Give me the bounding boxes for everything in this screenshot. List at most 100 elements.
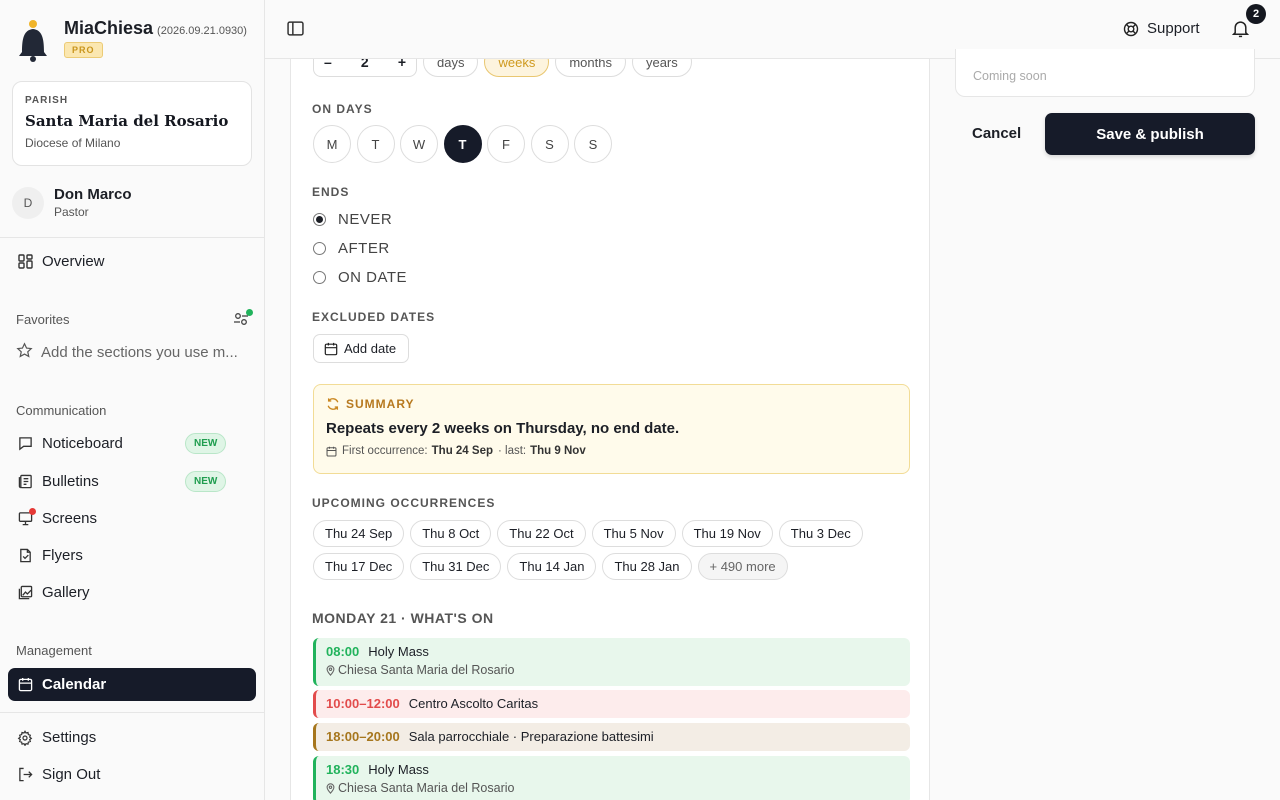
- occurrence-chip[interactable]: Thu 28 Jan: [602, 553, 692, 580]
- parish-kicker: PARISH: [25, 95, 69, 106]
- day-mon[interactable]: M: [313, 125, 351, 163]
- nav-overview[interactable]: Overview: [8, 245, 256, 278]
- occurrence-chip[interactable]: Thu 19 Nov: [681, 520, 773, 547]
- decrement-button[interactable]: –: [324, 59, 332, 70]
- ends-never-option[interactable]: NEVER: [313, 211, 392, 228]
- unit-years[interactable]: years: [631, 59, 692, 77]
- first-occurrence-value: Thu 24 Sep: [431, 445, 493, 457]
- occurrence-row-2: Thu 17 Dec Thu 31 Dec Thu 14 Jan Thu 28 …: [313, 553, 794, 580]
- gear-icon: [17, 729, 33, 746]
- event-item[interactable]: 08:00 Holy Mass Chiesa Santa Maria del R…: [313, 638, 910, 686]
- brand[interactable]: MiaChiesa (2026.09.21.0930) PRO: [16, 18, 247, 62]
- interval-stepper[interactable]: – 2 +: [313, 59, 417, 77]
- nav-screens-label: Screens: [42, 510, 98, 527]
- event-location: Chiesa Santa Maria del Rosario: [338, 663, 515, 677]
- nav-gallery[interactable]: Gallery: [8, 576, 256, 609]
- nav-flyers[interactable]: Flyers: [8, 539, 256, 572]
- sign-out-icon: [17, 767, 33, 783]
- sidebar-toggle-icon[interactable]: [287, 20, 305, 38]
- interval-row: – 2 + days weeks months years: [313, 59, 692, 77]
- alert-dot: [29, 507, 36, 515]
- day-tue[interactable]: T: [356, 125, 395, 163]
- weekday-picker: M T W T F S S: [313, 125, 618, 163]
- add-date-button[interactable]: Add date: [313, 334, 410, 363]
- occurrence-chip[interactable]: Thu 17 Dec: [313, 553, 405, 580]
- day-thu[interactable]: T: [443, 125, 482, 163]
- location-pin-icon: [326, 782, 335, 794]
- nav-settings[interactable]: Settings: [8, 721, 256, 754]
- occurrence-chip[interactable]: Thu 24 Sep: [313, 520, 405, 547]
- favorites-settings-icon[interactable]: [233, 309, 253, 329]
- support-link[interactable]: Support: [1123, 20, 1200, 37]
- divider: [0, 237, 265, 238]
- add-date-label: Add date: [344, 341, 397, 356]
- day-wed[interactable]: W: [400, 125, 438, 163]
- lifebuoy-icon: [1123, 21, 1139, 36]
- ends-after-option[interactable]: AFTER: [313, 240, 390, 257]
- upcoming-label: UPCOMING OCCURRENCES: [312, 496, 496, 510]
- event-item[interactable]: 18:00–20:00 Sala parrocchiale · Preparaz…: [313, 723, 910, 751]
- occurrence-chip[interactable]: Thu 5 Nov: [591, 520, 676, 547]
- bell-icon[interactable]: [1231, 20, 1252, 40]
- event-time: 10:00–12:00: [326, 696, 400, 711]
- save-publish-button[interactable]: Save & publish: [1045, 113, 1255, 155]
- app-version: (2026.09.21.0930): [157, 25, 247, 37]
- ends-on-date-option[interactable]: ON DATE: [313, 269, 407, 286]
- event-title: Holy Mass: [368, 762, 429, 777]
- user-profile[interactable]: D Don Marco Pastor: [12, 186, 132, 219]
- parish-diocese: Diocese of Milano: [25, 136, 121, 150]
- day-fri[interactable]: F: [487, 125, 525, 163]
- ends-label: ENDS: [312, 185, 350, 199]
- more-occurrences-chip[interactable]: + 490 more: [697, 553, 788, 580]
- nav-noticeboard-label: Noticeboard: [42, 435, 123, 452]
- coming-soon-box: Coming soon: [955, 49, 1255, 97]
- unit-weeks[interactable]: weeks: [484, 59, 550, 77]
- images-icon: [17, 585, 33, 601]
- occurrence-chip[interactable]: Thu 14 Jan: [507, 553, 597, 580]
- occurrence-chip[interactable]: Thu 31 Dec: [410, 553, 502, 580]
- event-item[interactable]: 10:00–12:00 Centro Ascolto Caritas: [313, 690, 910, 718]
- ends-after-label: AFTER: [338, 240, 390, 257]
- event-item[interactable]: 18:30 Holy Mass Chiesa Santa Maria del R…: [313, 756, 910, 800]
- unit-months[interactable]: months: [555, 59, 626, 77]
- interval-value: 2: [360, 59, 369, 70]
- increment-button[interactable]: +: [398, 59, 406, 70]
- bell-logo-icon: [16, 18, 50, 62]
- cancel-button[interactable]: Cancel: [972, 125, 1021, 142]
- nav-screens[interactable]: Screens: [8, 502, 256, 535]
- message-icon: [17, 436, 33, 452]
- avatar: D: [12, 186, 44, 219]
- nav-noticeboard[interactable]: Noticeboard NEW: [8, 427, 256, 460]
- first-occurrence-label: First occurrence:: [342, 445, 428, 457]
- day-sun[interactable]: S: [574, 125, 612, 163]
- parish-card[interactable]: PARISH Santa Maria del Rosario Diocese o…: [12, 81, 252, 166]
- calendar-icon: [326, 446, 337, 456]
- radio-never[interactable]: [313, 213, 326, 226]
- sidebar: MiaChiesa (2026.09.21.0930) PRO PARISH S…: [0, 0, 265, 800]
- summary-title: SUMMARY: [346, 397, 415, 411]
- management-label: Management: [16, 643, 92, 658]
- last-occurrence-label: · last:: [498, 445, 527, 457]
- occurrence-chip[interactable]: Thu 22 Oct: [497, 520, 586, 547]
- radio-on-date[interactable]: [313, 271, 326, 284]
- favorites-label: Favorites: [16, 312, 70, 327]
- unit-days[interactable]: days: [423, 59, 479, 77]
- divider: [0, 712, 265, 713]
- event-title: Holy Mass: [368, 644, 429, 659]
- newspaper-icon: [17, 474, 33, 490]
- nav-sign-out[interactable]: Sign Out: [8, 758, 256, 791]
- radio-after[interactable]: [313, 242, 326, 255]
- nav-calendar[interactable]: Calendar: [8, 668, 256, 701]
- nav-settings-label: Settings: [42, 729, 97, 746]
- nav-bulletins[interactable]: Bulletins NEW: [8, 465, 256, 498]
- summary-text: Repeats every 2 weeks on Thursday, no en…: [326, 420, 680, 437]
- occurrence-chip[interactable]: Thu 8 Oct: [410, 520, 492, 547]
- user-name: Don Marco: [54, 186, 132, 203]
- occurrence-chip[interactable]: Thu 3 Dec: [778, 520, 863, 547]
- last-occurrence-value: Thu 9 Nov: [530, 445, 586, 457]
- day-sat[interactable]: S: [530, 125, 569, 163]
- nav-calendar-label: Calendar: [42, 676, 107, 693]
- favorites-hint[interactable]: Add the sections you use m...: [16, 342, 238, 363]
- communication-label: Communication: [16, 403, 107, 418]
- occurrence-row-1: Thu 24 Sep Thu 8 Oct Thu 22 Oct Thu 5 No…: [313, 520, 869, 547]
